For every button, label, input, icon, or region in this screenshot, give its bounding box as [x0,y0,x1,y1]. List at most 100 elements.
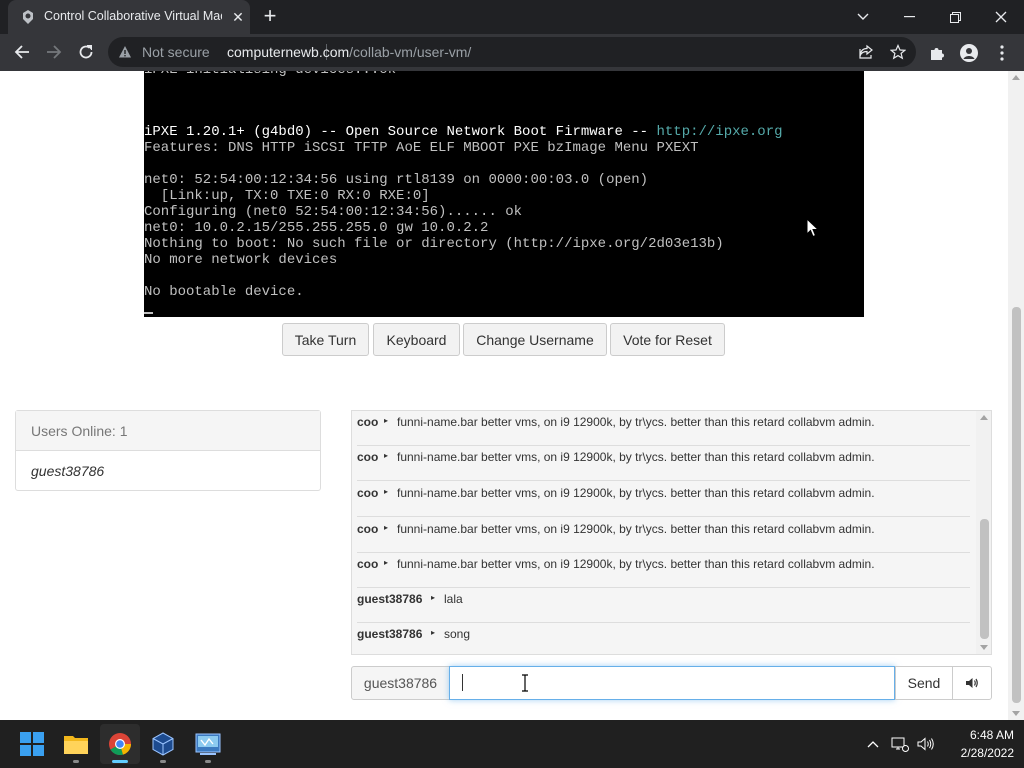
chat-arrow-icon: ▸ [384,416,389,425]
vista-app-icon[interactable] [188,724,228,764]
app-running-indicator [160,760,166,763]
chat-username: guest38786 [357,592,423,606]
chat-log[interactable]: coo ▸ funni-name.bar better vms, on i9 1… [351,410,992,655]
vm-line-1: iPXE 1.20.1+ (g4bd0) -- Open Source Netw… [144,124,783,140]
extensions-puzzle-icon[interactable] [928,44,946,62]
text-caret [462,674,463,691]
chrome-icon[interactable] [100,724,140,764]
file-explorer-icon[interactable] [56,724,96,764]
app-running-indicator [205,760,211,763]
address-bar[interactable]: Not secure computernewb.com/collab-vm/us… [108,37,916,67]
chat-scrollbar[interactable] [976,411,991,654]
chat-message: coo ▸ funni-name.bar better vms, on i9 1… [357,446,970,481]
browser-titlebar: Control Collaborative Virtual Mac ✕ + [0,0,1024,34]
change-username-button[interactable]: Change Username [463,323,607,356]
vm-line-9: No more network devices [144,252,338,268]
chat-arrow-icon: ▸ [384,487,389,496]
chat-text: funni-name.bar better vms, on i9 12900k,… [397,557,875,571]
vm-line-link: http://ipxe.org [656,124,783,140]
app-running-indicator [73,760,79,763]
scroll-down-icon[interactable] [1012,711,1020,716]
chat-username: coo [357,486,379,500]
vote-reset-button[interactable]: Vote for Reset [610,323,725,356]
app-active-indicator [112,760,128,763]
chat-arrow-icon: ▸ [431,593,436,602]
clock-date: 2/28/2022 [960,746,1014,760]
chat-arrow-icon: ▸ [384,451,389,460]
security-label[interactable]: Not secure [142,44,210,60]
chat-input-group: guest38786 Send [351,666,992,700]
profile-avatar-icon[interactable] [960,44,978,62]
browser-menu-icon[interactable] [993,44,1011,62]
tab-close-icon[interactable]: ✕ [230,9,246,25]
vm-line-5: [Link:up, TX:0 TXE:0 RX:0 RXE:0] [144,188,430,204]
chat-text: funni-name.bar better vms, on i9 12900k,… [397,415,875,429]
users-online-panel: Users Online: 1 guest38786 [15,410,321,491]
share-icon[interactable] [858,44,874,60]
keyboard-button[interactable]: Keyboard [373,323,460,356]
start-icon[interactable] [12,724,52,764]
chat-message: guest38786 ▸ lala [357,588,970,623]
warning-icon[interactable] [118,45,132,59]
chat-username: coo [357,450,379,464]
chat-input[interactable] [449,666,895,700]
vm-line-7: net0: 10.0.2.15/255.255.255.0 gw 10.0.2.… [144,220,489,236]
url-text[interactable]: computernewb.com/collab-vm/user-vm/ [227,44,471,60]
bookmark-star-icon[interactable] [890,44,906,60]
tab-title: Control Collaborative Virtual Mac [44,9,222,23]
volume-button[interactable] [952,666,992,700]
chat-username-addon: guest38786 [351,666,450,700]
vm-text-cursor [144,312,153,314]
take-turn-button[interactable]: Take Turn [282,323,369,356]
back-icon[interactable] [10,40,34,64]
vm-clipped-line: iPXE initialising devices...ok [144,71,396,78]
chat-text: funni-name.bar better vms, on i9 12900k,… [397,450,875,464]
chat-arrow-icon: ▸ [384,523,389,532]
vm-line-4: net0: 52:54:00:12:34:56 using rtl8139 on… [144,172,649,188]
page-scroll-thumb[interactable] [1012,307,1021,703]
chat-message: guest38786 ▸ song [357,623,970,654]
vm-line-2: Features: DNS HTTP iSCSI TFTP AoE ELF MB… [144,140,699,156]
mouse-pointer-icon [806,218,820,238]
virtualbox-icon[interactable] [143,724,183,764]
chat-username: guest38786 [357,627,423,641]
browser-toolbar: Not secure computernewb.com/collab-vm/us… [0,34,1024,71]
speaker-icon[interactable] [916,734,936,754]
chat-text: funni-name.bar better vms, on i9 12900k,… [397,522,875,536]
vm-line-11: No bootable device. [144,284,304,300]
chat-message: coo ▸ funni-name.bar better vms, on i9 1… [357,411,970,446]
reload-icon[interactable] [74,40,98,64]
users-online-header: Users Online: 1 [16,411,320,451]
ibeam-cursor-icon [522,674,528,692]
send-button[interactable]: Send [895,666,953,700]
taskbar: 6:48 AM 2/28/2022 [0,720,1024,768]
network-icon[interactable] [890,734,910,754]
tray-overflow-icon[interactable] [863,734,883,754]
user-list-item[interactable]: guest38786 [16,451,320,491]
chat-text: lala [444,592,463,606]
chat-message: coo ▸ funni-name.bar better vms, on i9 1… [357,482,970,517]
new-tab-icon[interactable]: + [258,5,282,29]
chat-scroll-down-icon[interactable] [980,645,988,650]
collabvm-favicon-icon [23,10,33,24]
chat-username: coo [357,522,379,536]
chat-scroll-thumb[interactable] [980,519,989,639]
browser-tab[interactable]: Control Collaborative Virtual Mac ✕ [8,0,250,34]
chat-arrow-icon: ▸ [431,628,436,637]
minimize-icon[interactable] [886,0,932,34]
close-window-icon[interactable] [978,0,1024,34]
clock-time: 6:48 AM [969,728,1014,742]
vm-line-8: Nothing to boot: No such file or directo… [144,236,724,252]
page-scrollbar[interactable] [1008,71,1024,720]
restore-icon[interactable] [932,0,978,34]
vm-display[interactable]: iPXE initialising devices...ok iPXE 1.20… [144,71,864,317]
chat-arrow-icon: ▸ [384,558,389,567]
system-clock[interactable]: 6:48 AM 2/28/2022 [940,726,1014,762]
scroll-up-icon[interactable] [1012,75,1020,80]
volume-icon [966,678,978,688]
forward-icon[interactable] [42,40,66,64]
vm-line-6: Configuring (net0 52:54:00:12:34:56)....… [144,204,523,220]
tab-search-icon[interactable] [840,0,886,34]
chat-text: song [444,627,471,641]
chat-scroll-up-icon[interactable] [980,415,988,420]
